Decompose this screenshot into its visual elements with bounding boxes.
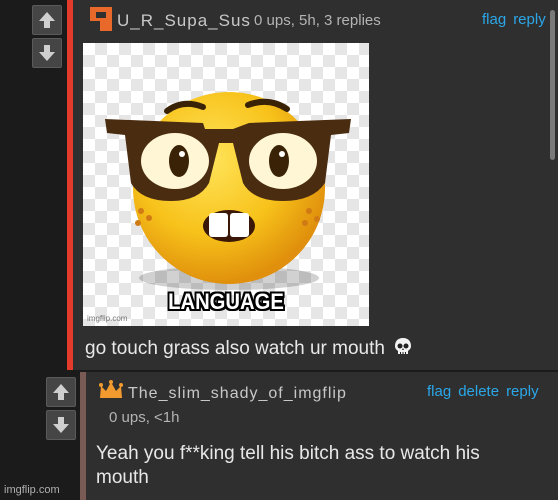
site-watermark: imgflip.com [4, 484, 60, 496]
meme-caption: LANGUAGE [168, 289, 284, 314]
scrollbar[interactable] [550, 10, 555, 160]
upvote-button[interactable] [32, 5, 62, 35]
flag-link[interactable]: flag [482, 11, 506, 28]
comment-actions: flag delete reply [420, 383, 539, 400]
arrow-up-icon [53, 384, 69, 400]
comment-username[interactable]: U_R_Supa_Sus [117, 11, 251, 31]
downvote-button[interactable] [46, 410, 76, 440]
reply-link[interactable]: reply [506, 383, 539, 400]
nerd-emoji-icon [105, 92, 351, 290]
upvote-button[interactable] [46, 377, 76, 407]
flag-link[interactable]: flag [427, 383, 451, 400]
comment-meta: 0 ups, 5h, 3 replies [254, 12, 381, 29]
reply-link[interactable]: reply [513, 11, 546, 28]
comment-text: Yeah you f**king tell his bitch ass to w… [96, 442, 480, 490]
comment-username[interactable]: The_slim_shady_of_imgflip [128, 385, 347, 403]
arrow-up-icon [39, 12, 55, 28]
image-watermark: imgflip.com [87, 314, 128, 323]
comment-text: go touch grass also watch ur mouth [85, 337, 413, 361]
comment: U_R_Supa_Sus 0 ups, 5h, 3 replies flag re… [67, 0, 558, 370]
delete-link[interactable]: delete [458, 383, 499, 400]
vote-column [32, 5, 64, 71]
downvote-button[interactable] [32, 38, 62, 68]
skull-icon [394, 338, 411, 354]
arrow-down-icon [39, 45, 55, 61]
user-avatar-icon[interactable] [90, 7, 112, 31]
reply-comment: The_slim_shady_of_imgflip 0 ups, <1h fla… [80, 372, 558, 500]
comment-meta: 0 ups, <1h [109, 409, 180, 426]
crown-icon[interactable] [98, 380, 124, 400]
comment-text-content: go touch grass also watch ur mouth [85, 338, 385, 359]
meme-image[interactable]: LANGUAGE imgflip.com [83, 43, 369, 326]
comment-text-line: mouth [96, 467, 149, 488]
arrow-down-icon [53, 417, 69, 433]
comment-actions: flag reply [475, 11, 546, 28]
comment-text-line: Yeah you f**king tell his bitch ass to w… [96, 443, 480, 464]
vote-column [46, 377, 78, 443]
